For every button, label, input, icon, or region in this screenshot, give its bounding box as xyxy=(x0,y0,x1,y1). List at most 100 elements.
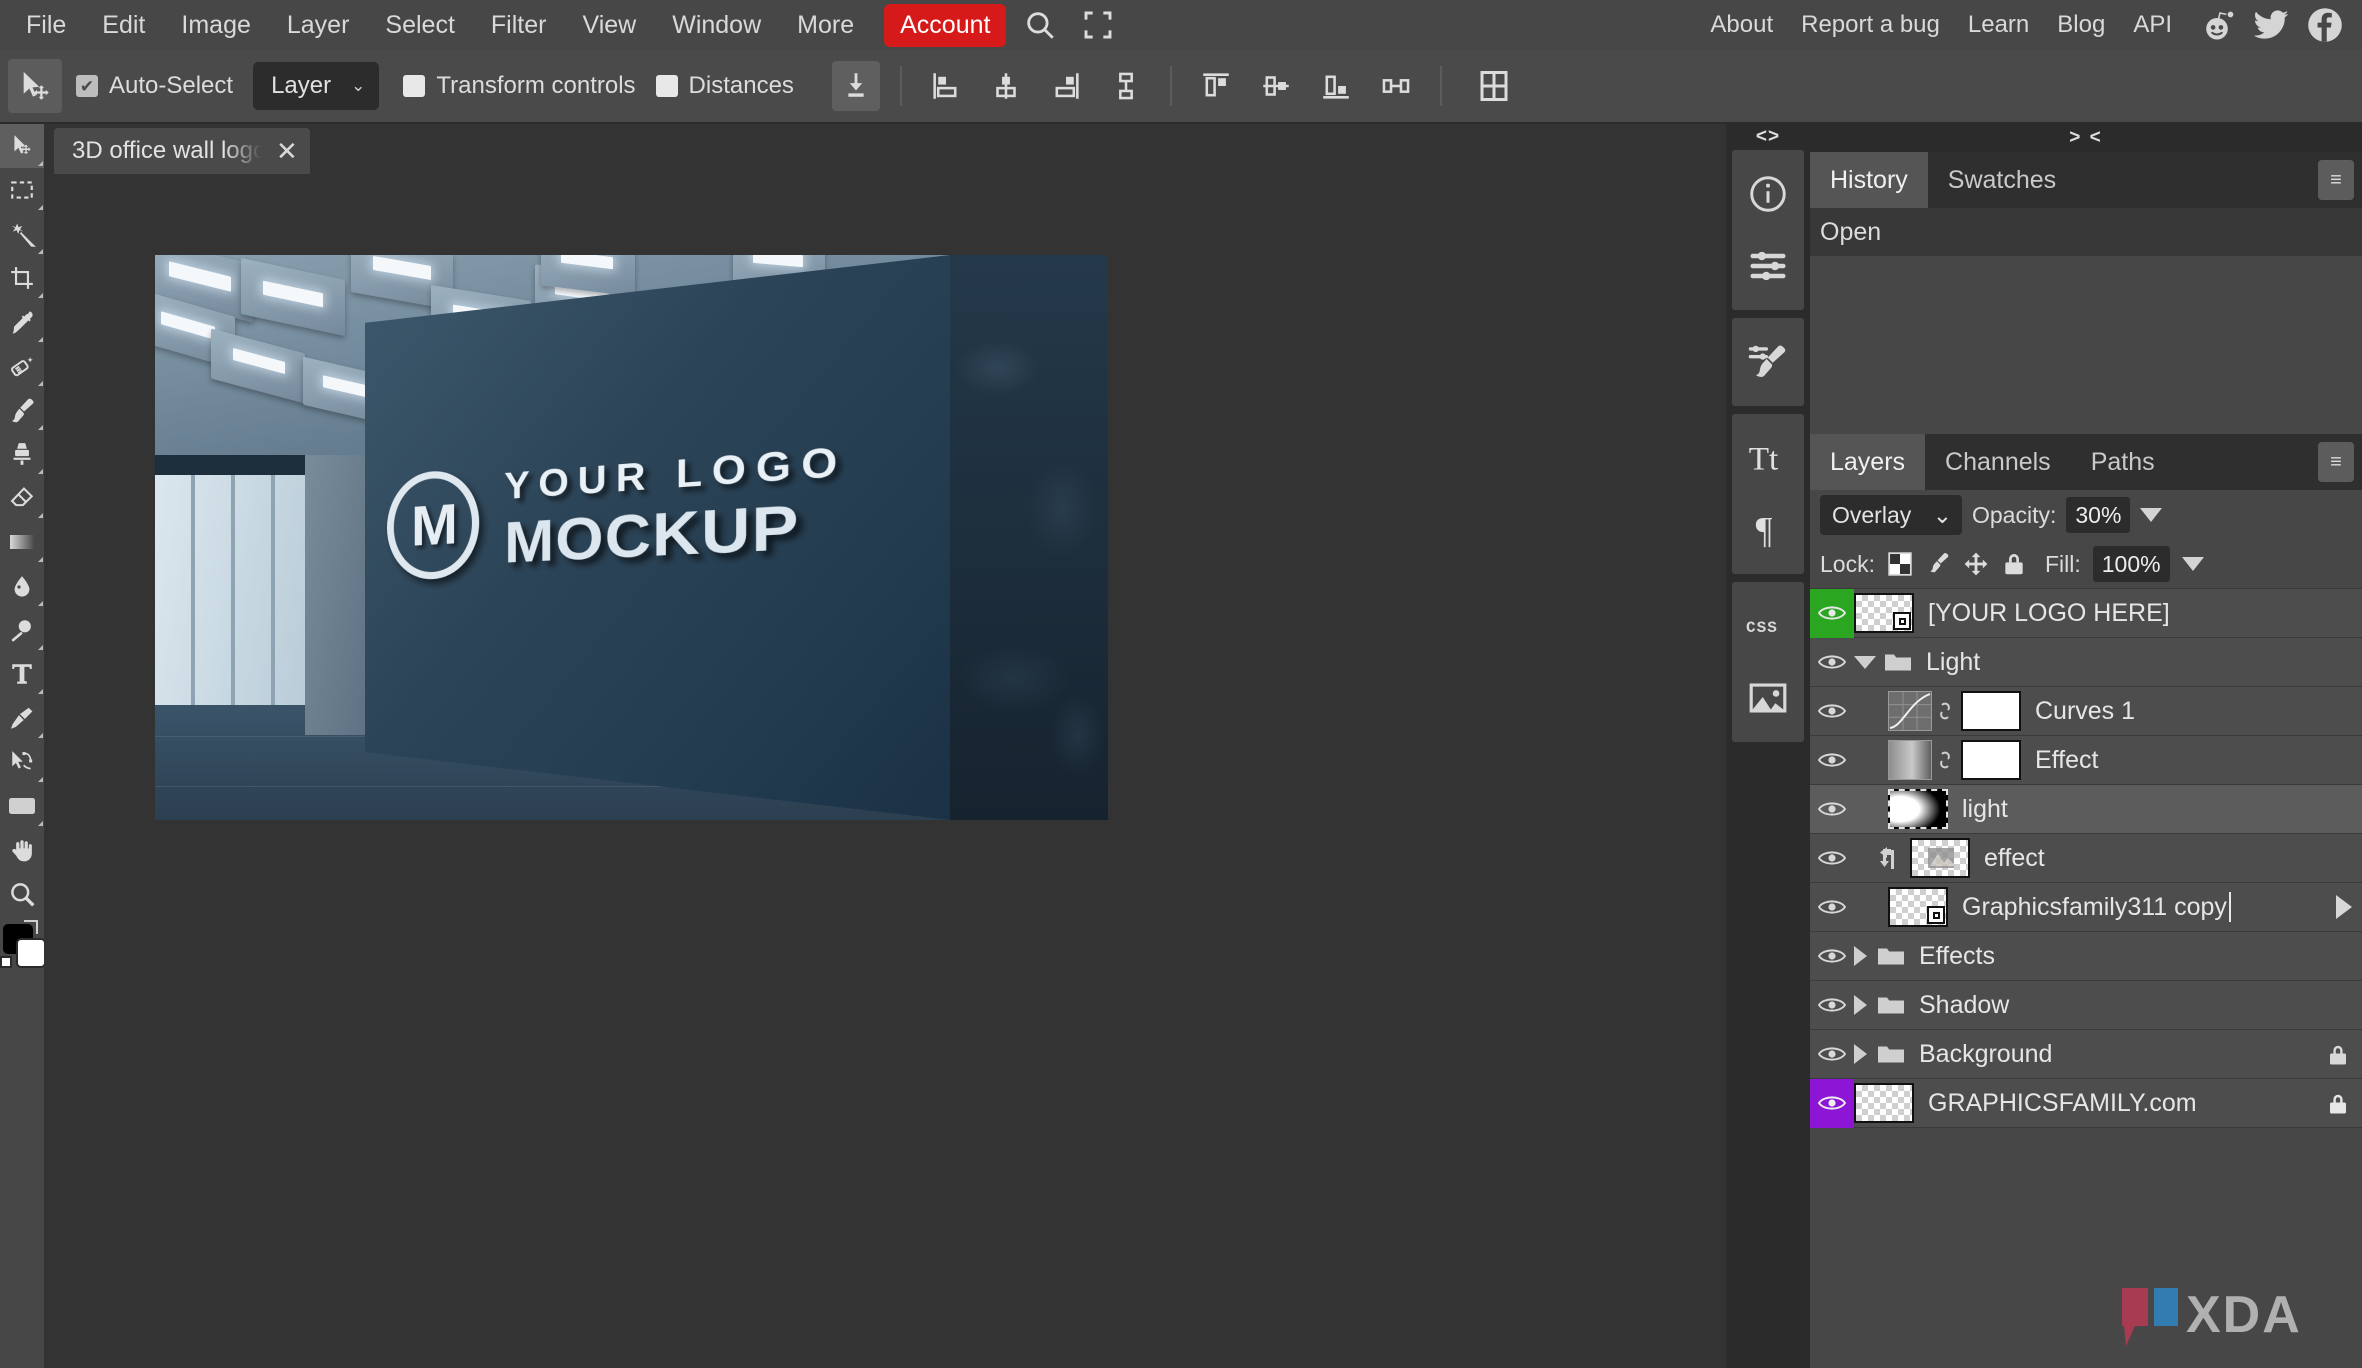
brush-settings-panel-icon[interactable] xyxy=(1732,326,1804,398)
layer-expand-arrow-icon[interactable] xyxy=(2336,895,2352,919)
transform-controls-control[interactable]: Transform controls xyxy=(403,72,635,100)
tool-hand[interactable] xyxy=(0,828,44,872)
canvas-area[interactable]: M YOUR LOGO MOCKUP xyxy=(44,174,1726,1368)
table-row[interactable]: Light xyxy=(1810,638,2362,687)
distances-control[interactable]: Distances xyxy=(656,72,794,100)
layer-visibility-toggle[interactable] xyxy=(1810,1030,1854,1079)
group-disclosure-closed-icon[interactable] xyxy=(1854,1044,1867,1064)
artboard[interactable]: M YOUR LOGO MOCKUP xyxy=(155,255,1108,820)
gradient-adjustment-thumbnail[interactable] xyxy=(1888,740,1932,780)
layer-visibility-toggle[interactable] xyxy=(1810,785,1854,834)
close-icon[interactable]: ✕ xyxy=(276,138,298,164)
tool-move[interactable] xyxy=(0,124,44,168)
tool-pen[interactable] xyxy=(0,696,44,740)
layer-thumbnail[interactable] xyxy=(1854,1083,1914,1123)
auto-select-control[interactable]: ✔ Auto-Select xyxy=(76,72,233,100)
layer-visibility-toggle[interactable] xyxy=(1810,736,1854,785)
layer-name-input[interactable]: Graphicsfamily311 copy xyxy=(1962,892,2231,922)
panel-menu-icon[interactable]: ≡ xyxy=(2318,160,2354,200)
opacity-input[interactable]: 30% xyxy=(2066,497,2130,533)
align-right-edges-icon[interactable] xyxy=(1042,61,1090,111)
rail-collapse-button[interactable]: <> xyxy=(1726,124,1810,150)
layer-visibility-toggle[interactable] xyxy=(1810,981,1854,1030)
align-download-button[interactable] xyxy=(832,61,880,111)
auto-select-scope-dropdown[interactable]: Layer ⌄ xyxy=(253,62,379,110)
menu-window[interactable]: Window xyxy=(654,5,779,46)
auto-select-checkbox[interactable]: ✔ xyxy=(76,75,98,97)
tool-brush[interactable] xyxy=(0,388,44,432)
layer-thumbnail[interactable] xyxy=(1910,838,1970,878)
layer-visibility-toggle[interactable] xyxy=(1810,687,1854,736)
layer-visibility-toggle[interactable] xyxy=(1810,1079,1854,1128)
tool-blur[interactable] xyxy=(0,564,44,608)
character-panel-icon[interactable]: Tt xyxy=(1732,422,1804,494)
menu-report-a-bug[interactable]: Report a bug xyxy=(1787,5,1954,45)
table-row[interactable]: [YOUR LOGO HERE] xyxy=(1810,589,2362,638)
search-icon[interactable] xyxy=(1016,3,1064,47)
menu-view[interactable]: View xyxy=(564,5,654,46)
layer-name[interactable]: Effects xyxy=(1919,942,1995,971)
history-item-open[interactable]: Open xyxy=(1820,218,1881,247)
menu-image[interactable]: Image xyxy=(163,5,268,46)
table-row[interactable]: effect xyxy=(1810,834,2362,883)
distribute-vertical-icon[interactable] xyxy=(1102,61,1150,111)
layer-name[interactable]: Curves 1 xyxy=(2035,697,2135,726)
layer-mask-thumbnail[interactable] xyxy=(1961,740,2021,780)
table-row[interactable]: Curves 1 xyxy=(1810,687,2362,736)
table-row[interactable]: Effects xyxy=(1810,932,2362,981)
swap-colors-icon[interactable] xyxy=(24,920,38,934)
transform-controls-checkbox[interactable] xyxy=(403,75,425,97)
menu-edit[interactable]: Edit xyxy=(84,5,163,46)
align-bottom-edges-icon[interactable] xyxy=(1312,61,1360,111)
arrange-grid-icon[interactable] xyxy=(1470,61,1518,111)
panels-collapse-button[interactable]: > < xyxy=(1810,124,2362,152)
info-panel-icon[interactable] xyxy=(1732,158,1804,230)
tab-channels[interactable]: Channels xyxy=(1925,434,2071,490)
tool-magic-wand[interactable] xyxy=(0,212,44,256)
layer-visibility-toggle[interactable] xyxy=(1810,589,1854,638)
menu-layer[interactable]: Layer xyxy=(269,5,368,46)
menu-learn[interactable]: Learn xyxy=(1954,5,2043,45)
menu-api[interactable]: API xyxy=(2119,5,2186,45)
tool-shape-rectangle[interactable] xyxy=(0,784,44,828)
distribute-horizontal-icon[interactable] xyxy=(1372,61,1420,111)
layer-thumbnail[interactable] xyxy=(1888,887,1948,927)
table-row[interactable]: Graphicsfamily311 copy xyxy=(1810,883,2362,932)
layer-name[interactable]: Background xyxy=(1919,1040,2052,1069)
table-row[interactable]: GRAPHICSFAMILY.com xyxy=(1810,1079,2362,1128)
menu-about[interactable]: About xyxy=(1696,5,1787,45)
tool-zoom[interactable] xyxy=(0,872,44,916)
tool-type[interactable] xyxy=(0,652,44,696)
layer-thumbnail[interactable] xyxy=(1854,593,1914,633)
paragraph-panel-icon[interactable]: ¶ xyxy=(1732,494,1804,566)
table-row[interactable]: Shadow xyxy=(1810,981,2362,1030)
lock-all-icon[interactable] xyxy=(2001,551,2027,577)
mask-link-icon[interactable] xyxy=(1934,698,1956,724)
table-row[interactable]: light xyxy=(1810,785,2362,834)
distances-checkbox[interactable] xyxy=(656,75,678,97)
layer-name[interactable]: Shadow xyxy=(1919,991,2009,1020)
tool-spot-healing-brush[interactable] xyxy=(0,344,44,388)
tool-gradient[interactable] xyxy=(0,520,44,564)
table-row[interactable]: Effect xyxy=(1810,736,2362,785)
tab-history[interactable]: History xyxy=(1810,152,1928,208)
layer-visibility-toggle[interactable] xyxy=(1810,638,1854,687)
layer-name[interactable]: light xyxy=(1962,795,2008,824)
adjustments-panel-icon[interactable] xyxy=(1732,230,1804,302)
tool-eyedropper[interactable] xyxy=(0,300,44,344)
default-colors-icon[interactable] xyxy=(0,956,12,968)
lock-transparency-icon[interactable] xyxy=(1887,551,1913,577)
tab-paths[interactable]: Paths xyxy=(2071,434,2175,490)
tool-eraser[interactable] xyxy=(0,476,44,520)
layers-panel-menu-icon[interactable]: ≡ xyxy=(2318,442,2354,482)
move-tool-icon[interactable] xyxy=(8,59,62,113)
fullscreen-icon[interactable] xyxy=(1074,3,1122,47)
group-disclosure-open-icon[interactable] xyxy=(1854,656,1876,669)
blend-mode-dropdown[interactable]: Overlay ⌄ xyxy=(1820,495,1962,535)
twitter-icon[interactable] xyxy=(2248,2,2294,48)
layer-name[interactable]: GRAPHICSFAMILY.com xyxy=(1928,1089,2197,1118)
align-left-edges-icon[interactable] xyxy=(922,61,970,111)
curves-adjustment-thumbnail[interactable] xyxy=(1888,691,1932,731)
tool-clone-stamp[interactable] xyxy=(0,432,44,476)
menu-filter[interactable]: Filter xyxy=(473,5,565,46)
